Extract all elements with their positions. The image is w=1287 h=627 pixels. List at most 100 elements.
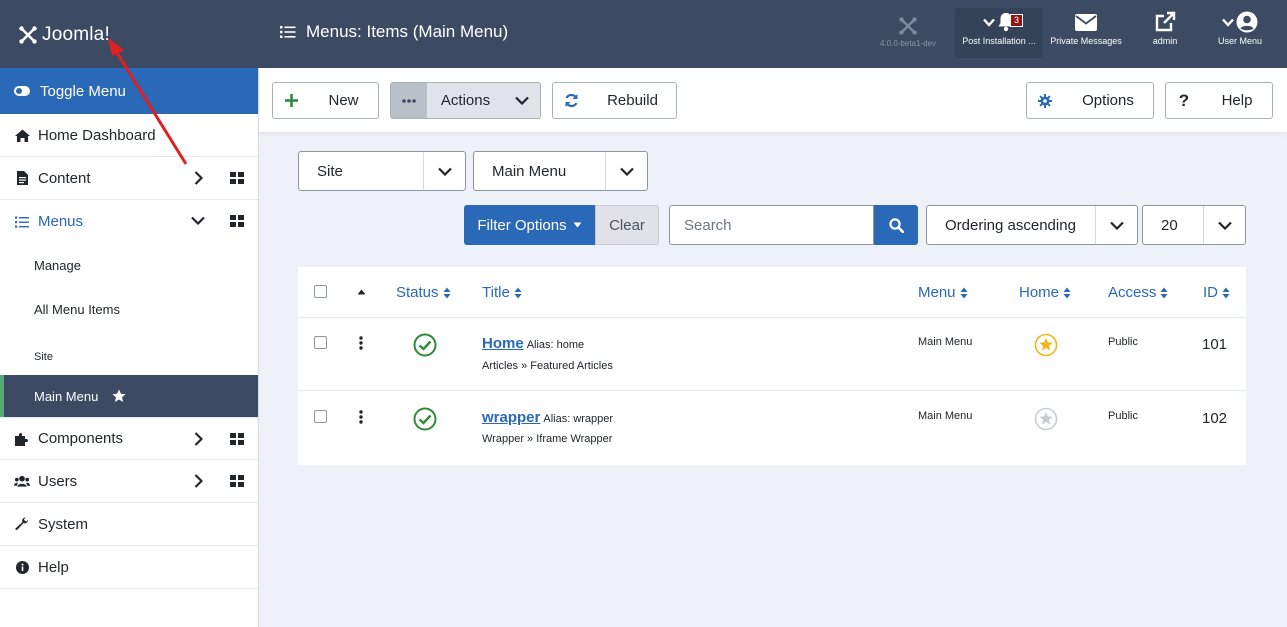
table-header: Status Title Menu Home Access ID [298,267,1246,318]
drag-handle-icon[interactable] [359,336,363,350]
column-menu[interactable]: Menu [918,284,968,301]
sidebar-item-label: System [38,515,89,533]
row-checkbox[interactable] [314,336,327,349]
user-circle-icon [1236,11,1258,33]
dashboard-grid-icon[interactable] [230,215,244,227]
chevron-right-icon[interactable] [194,432,203,446]
item-menu: Main Menu [918,410,973,422]
client-select[interactable]: Site [298,151,466,191]
item-title-link[interactable]: wrapper [482,409,540,426]
new-button[interactable]: New [272,82,379,119]
column-home[interactable]: Home [1019,284,1071,301]
version-info: 4.0.0-beta1-dev [875,16,941,48]
notification-count-badge: 3 [1010,14,1024,27]
sidebar-item-users[interactable]: Users [0,460,258,503]
sync-icon [564,93,578,108]
options-button[interactable]: Options [1026,82,1154,119]
wrench-icon [15,517,28,531]
chevron-down-icon[interactable] [191,216,205,225]
home-star-icon[interactable] [1034,407,1058,431]
filter-options-label: Filter Options [477,216,567,234]
item-id: 101 [1202,336,1228,353]
dashboard-grid-icon[interactable] [230,475,244,487]
home-default-star-icon[interactable] [1034,333,1058,357]
home-icon [14,129,30,142]
sidebar-item-menus[interactable]: Menus [0,200,258,243]
post-installation-button[interactable]: 3 Post Installation ... [955,8,1043,58]
limit-select-value: 20 [1161,216,1178,234]
sort-icon [1063,287,1071,298]
search-icon [888,217,904,233]
select-all-checkbox[interactable] [314,285,327,298]
envelope-icon [1075,13,1097,31]
question-icon: ? [1178,90,1190,110]
help-button[interactable]: ? Help [1165,82,1273,119]
rebuild-button[interactable]: Rebuild [552,82,677,119]
admin-label: admin [1152,36,1178,46]
item-type: Articles » Featured Articles [482,360,613,372]
user-menu-button[interactable]: User Menu [1208,8,1272,58]
chevron-right-icon[interactable] [194,474,203,488]
sidebar-subitem-all-menu-items[interactable]: All Menu Items [0,287,258,331]
page-title: Menus: Items (Main Menu) [280,22,508,42]
version-text: 4.0.0-beta1-dev [879,39,937,48]
clear-button[interactable]: Clear [595,205,659,245]
page-title-text: Menus: Items (Main Menu) [306,22,509,41]
item-title-link[interactable]: Home [482,335,524,352]
chevron-down-icon [1109,221,1124,230]
sidebar-subitem-manage[interactable]: Manage [0,243,258,287]
chevron-down-icon [437,167,452,176]
chevron-down-icon [983,18,995,27]
row-checkbox[interactable] [314,410,327,423]
actions-dropdown[interactable]: Actions [390,82,541,119]
sidebar-item-label: Content [38,169,91,187]
list-icon [280,26,296,38]
item-access: Public [1108,336,1138,348]
dashboard-grid-icon[interactable] [230,433,244,445]
sort-icon [960,287,968,298]
sidebar-subitem-label: Main Menu [34,388,99,404]
column-title[interactable]: Title [482,284,522,301]
sort-up-icon[interactable] [357,289,366,295]
ordering-select-value: Ordering ascending [945,216,1076,234]
sidebar-item-help[interactable]: Help [0,546,258,589]
ordering-select[interactable]: Ordering ascending [926,205,1138,245]
filter-options-button[interactable]: Filter Options [464,205,595,245]
sidebar-subitem-main-menu[interactable]: Main Menu [0,375,258,417]
puzzle-icon [15,432,28,446]
column-access-label: Access [1108,284,1157,301]
column-access[interactable]: Access [1108,284,1168,301]
sidebar-item-label: Users [38,472,78,490]
sort-icon [443,287,451,298]
joomla-logo[interactable]: Joomla! [18,24,110,46]
dashboard-grid-icon[interactable] [230,172,244,184]
published-check-icon[interactable] [413,333,437,357]
joomla-logo-icon [19,26,37,44]
sidebar-subitem-site-heading: Site [34,351,53,363]
item-alias: Alias: home [526,339,585,351]
column-id[interactable]: ID [1203,284,1230,301]
file-icon [16,171,28,185]
chevron-down-icon [1217,221,1232,230]
limit-select[interactable]: 20 [1142,205,1246,245]
rebuild-label: Rebuild [607,92,658,109]
chevron-right-icon[interactable] [194,171,203,185]
column-status[interactable]: Status [396,284,451,301]
table-row: Home Alias: home Articles » Featured Arti… [298,318,1246,391]
sidebar-item-components[interactable]: Components [0,417,258,460]
gear-icon [1038,93,1052,108]
chevron-down-icon [515,96,529,105]
admin-site-button[interactable]: admin [1135,8,1195,58]
search-button[interactable] [874,205,918,245]
drag-handle-icon[interactable] [359,410,363,424]
help-label: Help [1221,92,1253,109]
sidebar-item-label: Menus [38,213,84,230]
private-messages-button[interactable]: Private Messages [1049,8,1123,58]
search-input[interactable] [669,205,874,245]
users-icon [14,475,30,487]
sidebar-item-system[interactable]: System [0,503,258,546]
published-check-icon[interactable] [413,407,437,431]
external-link-icon [1155,11,1176,32]
new-label: New [328,92,359,109]
menu-select[interactable]: Main Menu [473,151,648,191]
